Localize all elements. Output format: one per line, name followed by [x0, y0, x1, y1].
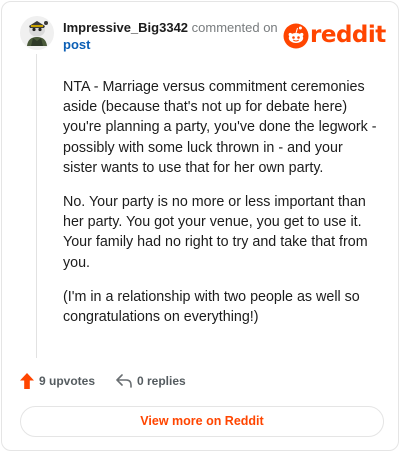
embedded-comment-card: Impressive_Big3342 commented on post red…: [1, 1, 399, 451]
view-more-on-reddit-button[interactable]: View more on Reddit: [20, 406, 384, 437]
reddit-logo[interactable]: reddit: [283, 22, 387, 51]
post-link[interactable]: post: [63, 36, 90, 53]
upvote-button[interactable]: 9 upvotes: [19, 371, 101, 391]
reddit-snoo-icon: [283, 23, 309, 49]
author-row: Impressive_Big3342 commented on: [63, 19, 283, 36]
comment-paragraph: No. Your party is no more or less import…: [63, 194, 368, 271]
thread-line: [36, 54, 37, 358]
arrow-up-icon: [20, 373, 34, 389]
reddit-wordmark: reddit: [310, 22, 386, 48]
commented-on-text: commented on: [191, 20, 278, 35]
comment-body: NTA - Marriage versus commitment ceremon…: [63, 77, 379, 341]
comment-paragraph: NTA - Marriage versus commitment ceremon…: [63, 79, 377, 176]
upvote-count: 9 upvotes: [39, 374, 96, 388]
snoo-avatar-icon: [20, 16, 54, 50]
reply-count: 0 replies: [137, 374, 186, 388]
replies-button[interactable]: 0 replies: [115, 371, 215, 391]
comment-paragraph: (I'm in a relationship with two people a…: [63, 288, 360, 326]
username-link[interactable]: Impressive_Big3342: [63, 20, 188, 35]
reply-arrow-icon: [116, 374, 132, 388]
comment-actions: 9 upvotes 0 replies: [19, 371, 319, 391]
avatar[interactable]: [20, 16, 54, 50]
